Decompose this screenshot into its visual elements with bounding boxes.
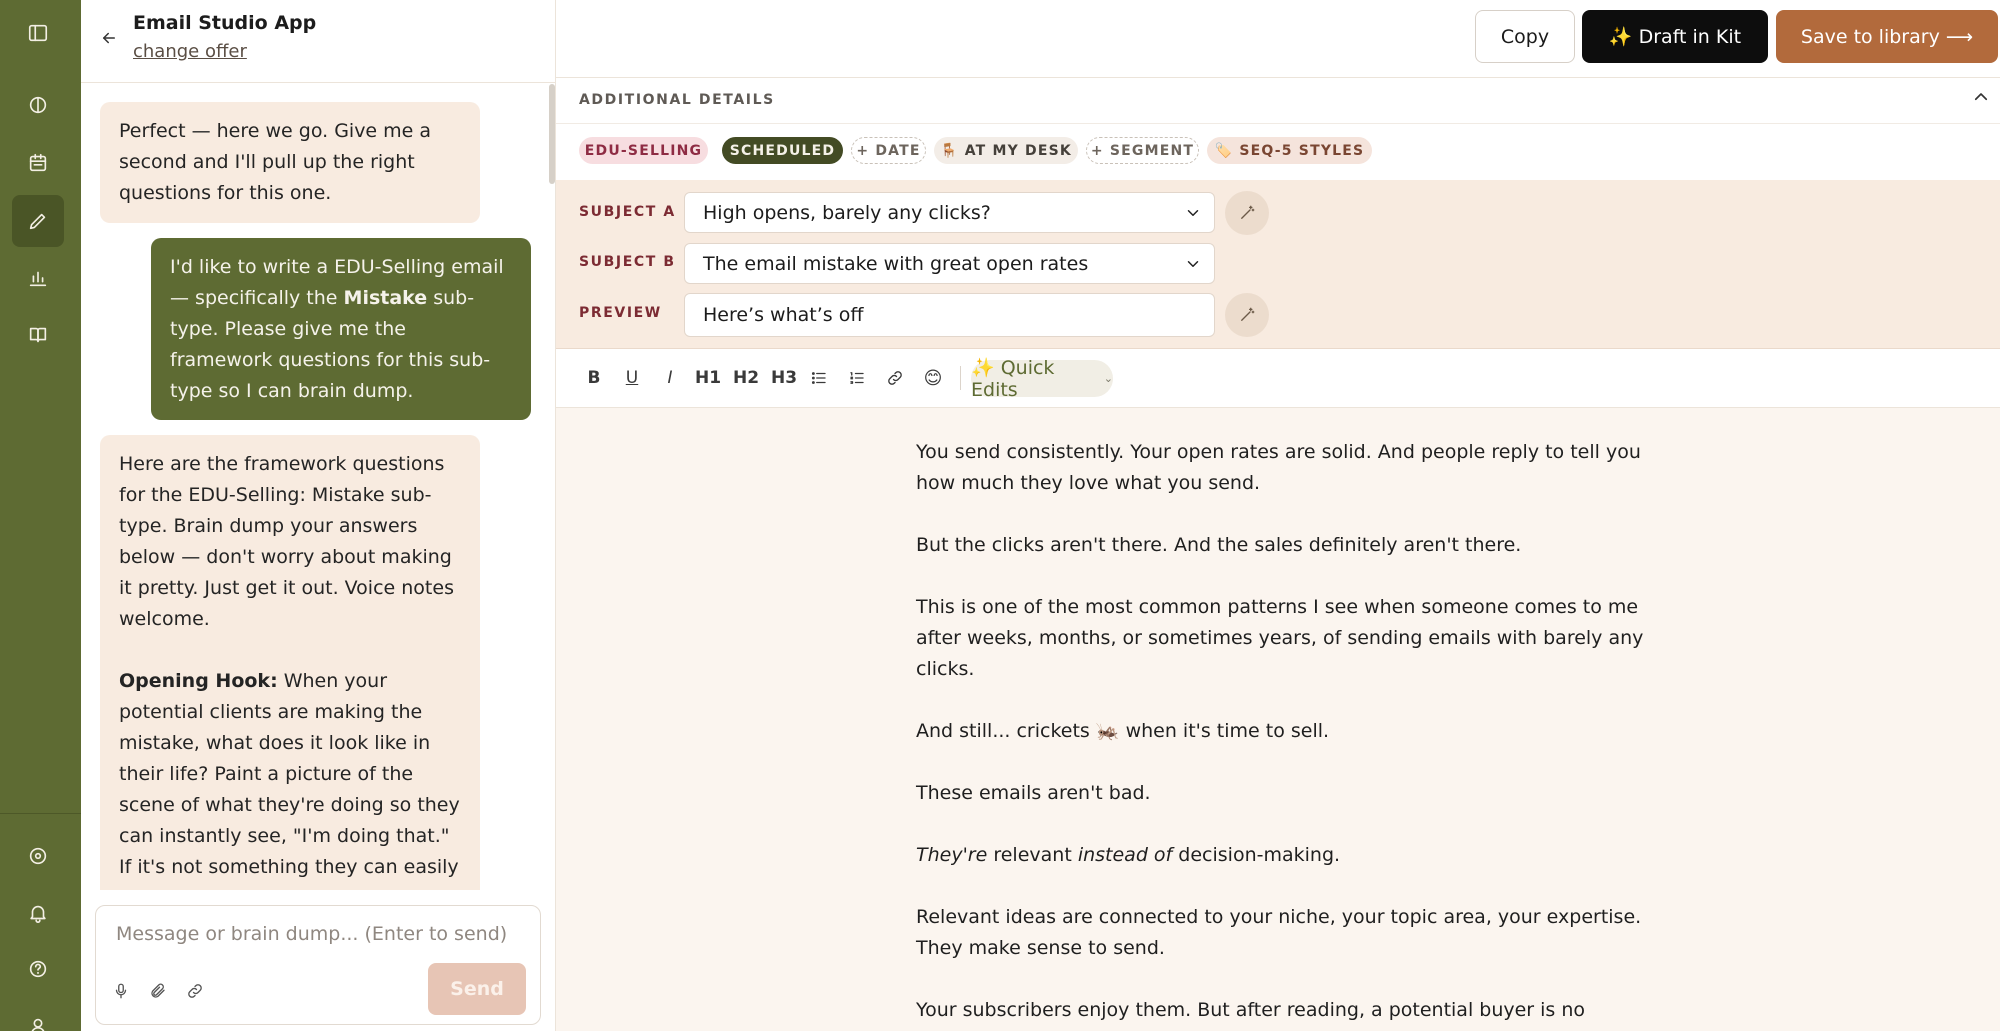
- additional-details-panel: ADDITIONAL DETAILS EDU-SELLING SCHEDULED…: [556, 78, 2000, 180]
- assistant-message: Here are the framework questions for the…: [100, 435, 480, 890]
- tag-edu-selling[interactable]: EDU-SELLING: [579, 137, 708, 164]
- pencil-icon[interactable]: [12, 195, 64, 247]
- email-paragraph[interactable]: But the clicks aren't there. And the sal…: [916, 530, 1656, 561]
- subject-lines-panel: SUBJECT A High opens, barely any clicks?…: [556, 180, 2000, 349]
- add-segment-tag[interactable]: + SEGMENT: [1086, 137, 1199, 164]
- italic-text: instead of: [1077, 844, 1173, 866]
- bar-chart-icon[interactable]: [12, 252, 64, 304]
- tag-at-my-desk[interactable]: 🪑 AT MY DESK: [934, 137, 1078, 164]
- email-paragraph[interactable]: And still... crickets 🦗 when it's time t…: [916, 716, 1656, 747]
- details-divider: [556, 123, 2000, 124]
- email-paragraph[interactable]: Your subscribers enjoy them. But after r…: [916, 995, 1656, 1031]
- quick-edits-dropdown[interactable]: ✨ Quick Edits ⌄: [971, 357, 1113, 401]
- tag-scheduled[interactable]: SCHEDULED: [722, 137, 843, 164]
- nav-rail: [0, 0, 81, 1031]
- heading-3-button[interactable]: H3: [768, 366, 800, 390]
- message-composer[interactable]: Message or brain dump... (Enter to send)…: [95, 905, 541, 1025]
- numbered-list-icon[interactable]: [845, 366, 869, 390]
- send-button[interactable]: Send: [428, 963, 526, 1015]
- change-offer-link[interactable]: change offer: [133, 41, 247, 62]
- message-input[interactable]: Message or brain dump... (Enter to send): [116, 923, 507, 945]
- help-icon[interactable]: [12, 943, 64, 995]
- user-message: I'd like to write a EDU-Selling email — …: [151, 238, 531, 420]
- preview-input[interactable]: Here’s what’s off: [684, 293, 1215, 337]
- preview-label: PREVIEW: [579, 305, 662, 321]
- emoji-icon[interactable]: 😊: [921, 366, 945, 390]
- bell-icon[interactable]: [12, 887, 64, 939]
- quick-edits-label: ✨ Quick Edits: [971, 357, 1055, 401]
- preview-value: Here’s what’s off: [703, 304, 864, 326]
- half-circle-icon[interactable]: [12, 79, 64, 131]
- message-list: Perfect — here we go. Give me a second a…: [81, 84, 555, 890]
- additional-details-label: ADDITIONAL DETAILS: [579, 92, 775, 108]
- message-text: When your potential clients are making t…: [119, 670, 460, 890]
- heading-2-button[interactable]: H2: [730, 366, 762, 390]
- chat-panel: Email Studio App change offer Perfect — …: [81, 0, 556, 1031]
- user-icon[interactable]: [12, 1000, 64, 1031]
- chevron-up-icon[interactable]: [1972, 88, 1992, 108]
- back-arrow-icon[interactable]: [97, 26, 121, 50]
- chevron-down-icon: [1184, 255, 1202, 273]
- paperclip-icon[interactable]: [145, 978, 171, 1004]
- chat-scrollbar[interactable]: [549, 84, 555, 184]
- rail-divider: [0, 813, 81, 814]
- sidebar-toggle-icon[interactable]: [12, 7, 64, 59]
- add-date-tag[interactable]: + DATE: [851, 137, 926, 164]
- subject-a-label: SUBJECT A: [579, 204, 676, 220]
- settings-icon[interactable]: [12, 830, 64, 882]
- chat-header: Email Studio App change offer: [81, 0, 555, 83]
- assistant-message: Perfect — here we go. Give me a second a…: [100, 102, 480, 223]
- subject-a-value: High opens, barely any clicks?: [703, 201, 991, 224]
- message-text: Perfect — here we go. Give me a second a…: [119, 120, 432, 204]
- tag-seq-5-styles[interactable]: 🏷️ SEQ-5 STYLES: [1207, 137, 1372, 164]
- message-bold-text: Opening Hook:: [119, 670, 278, 692]
- plain-text: decision-making.: [1172, 844, 1341, 866]
- email-paragraph[interactable]: They're relevant instead of decision-mak…: [916, 840, 1656, 871]
- editor-topbar: Copy ✨ Draft in Kit Save to library ⟶: [556, 0, 2000, 78]
- plain-text: relevant: [987, 844, 1078, 866]
- email-paragraph[interactable]: These emails aren't bad.: [916, 778, 1656, 809]
- draft-in-kit-button[interactable]: ✨ Draft in Kit: [1582, 10, 1768, 63]
- link-icon[interactable]: [883, 366, 907, 390]
- italic-button[interactable]: I: [659, 366, 681, 390]
- message-text: Here are the framework questions for the…: [119, 453, 454, 630]
- subject-b-label: SUBJECT B: [579, 254, 676, 270]
- magic-wand-icon[interactable]: [1225, 293, 1269, 337]
- magic-wand-icon[interactable]: [1225, 191, 1269, 235]
- app-title: Email Studio App: [133, 12, 317, 34]
- message-bold-text: Mistake: [343, 287, 428, 309]
- email-paragraph[interactable]: Relevant ideas are connected to your nic…: [916, 902, 1656, 964]
- chevron-down-icon: [1184, 204, 1202, 222]
- link-icon[interactable]: [182, 978, 208, 1004]
- subject-b-value: The email mistake with great open rates: [703, 252, 1089, 275]
- chevron-down-icon: ⌄: [1103, 372, 1113, 385]
- message-paragraph: Opening Hook: When your potential client…: [119, 666, 461, 890]
- email-paragraph[interactable]: You send consistently. Your open rates a…: [916, 437, 1656, 499]
- save-to-library-button[interactable]: Save to library ⟶: [1776, 10, 1998, 63]
- bullet-list-icon[interactable]: [807, 366, 831, 390]
- subject-a-select[interactable]: High opens, barely any clicks?: [684, 192, 1215, 233]
- microphone-icon[interactable]: [108, 978, 134, 1004]
- book-icon[interactable]: [12, 309, 64, 361]
- underline-button[interactable]: U: [621, 366, 643, 390]
- formatting-toolbar: B U I H1 H2 H3 😊 ✨ Quick Edits ⌄: [556, 349, 2000, 408]
- calendar-icon[interactable]: [12, 137, 64, 189]
- subject-b-select[interactable]: The email mistake with great open rates: [684, 243, 1215, 284]
- email-paragraph[interactable]: This is one of the most common patterns …: [916, 592, 1656, 685]
- bold-button[interactable]: B: [583, 366, 605, 390]
- copy-button[interactable]: Copy: [1475, 10, 1575, 63]
- heading-1-button[interactable]: H1: [692, 366, 724, 390]
- email-editor[interactable]: You send consistently. Your open rates a…: [556, 408, 2000, 1031]
- toolbar-divider: [960, 366, 961, 390]
- italic-text: They're: [916, 844, 988, 866]
